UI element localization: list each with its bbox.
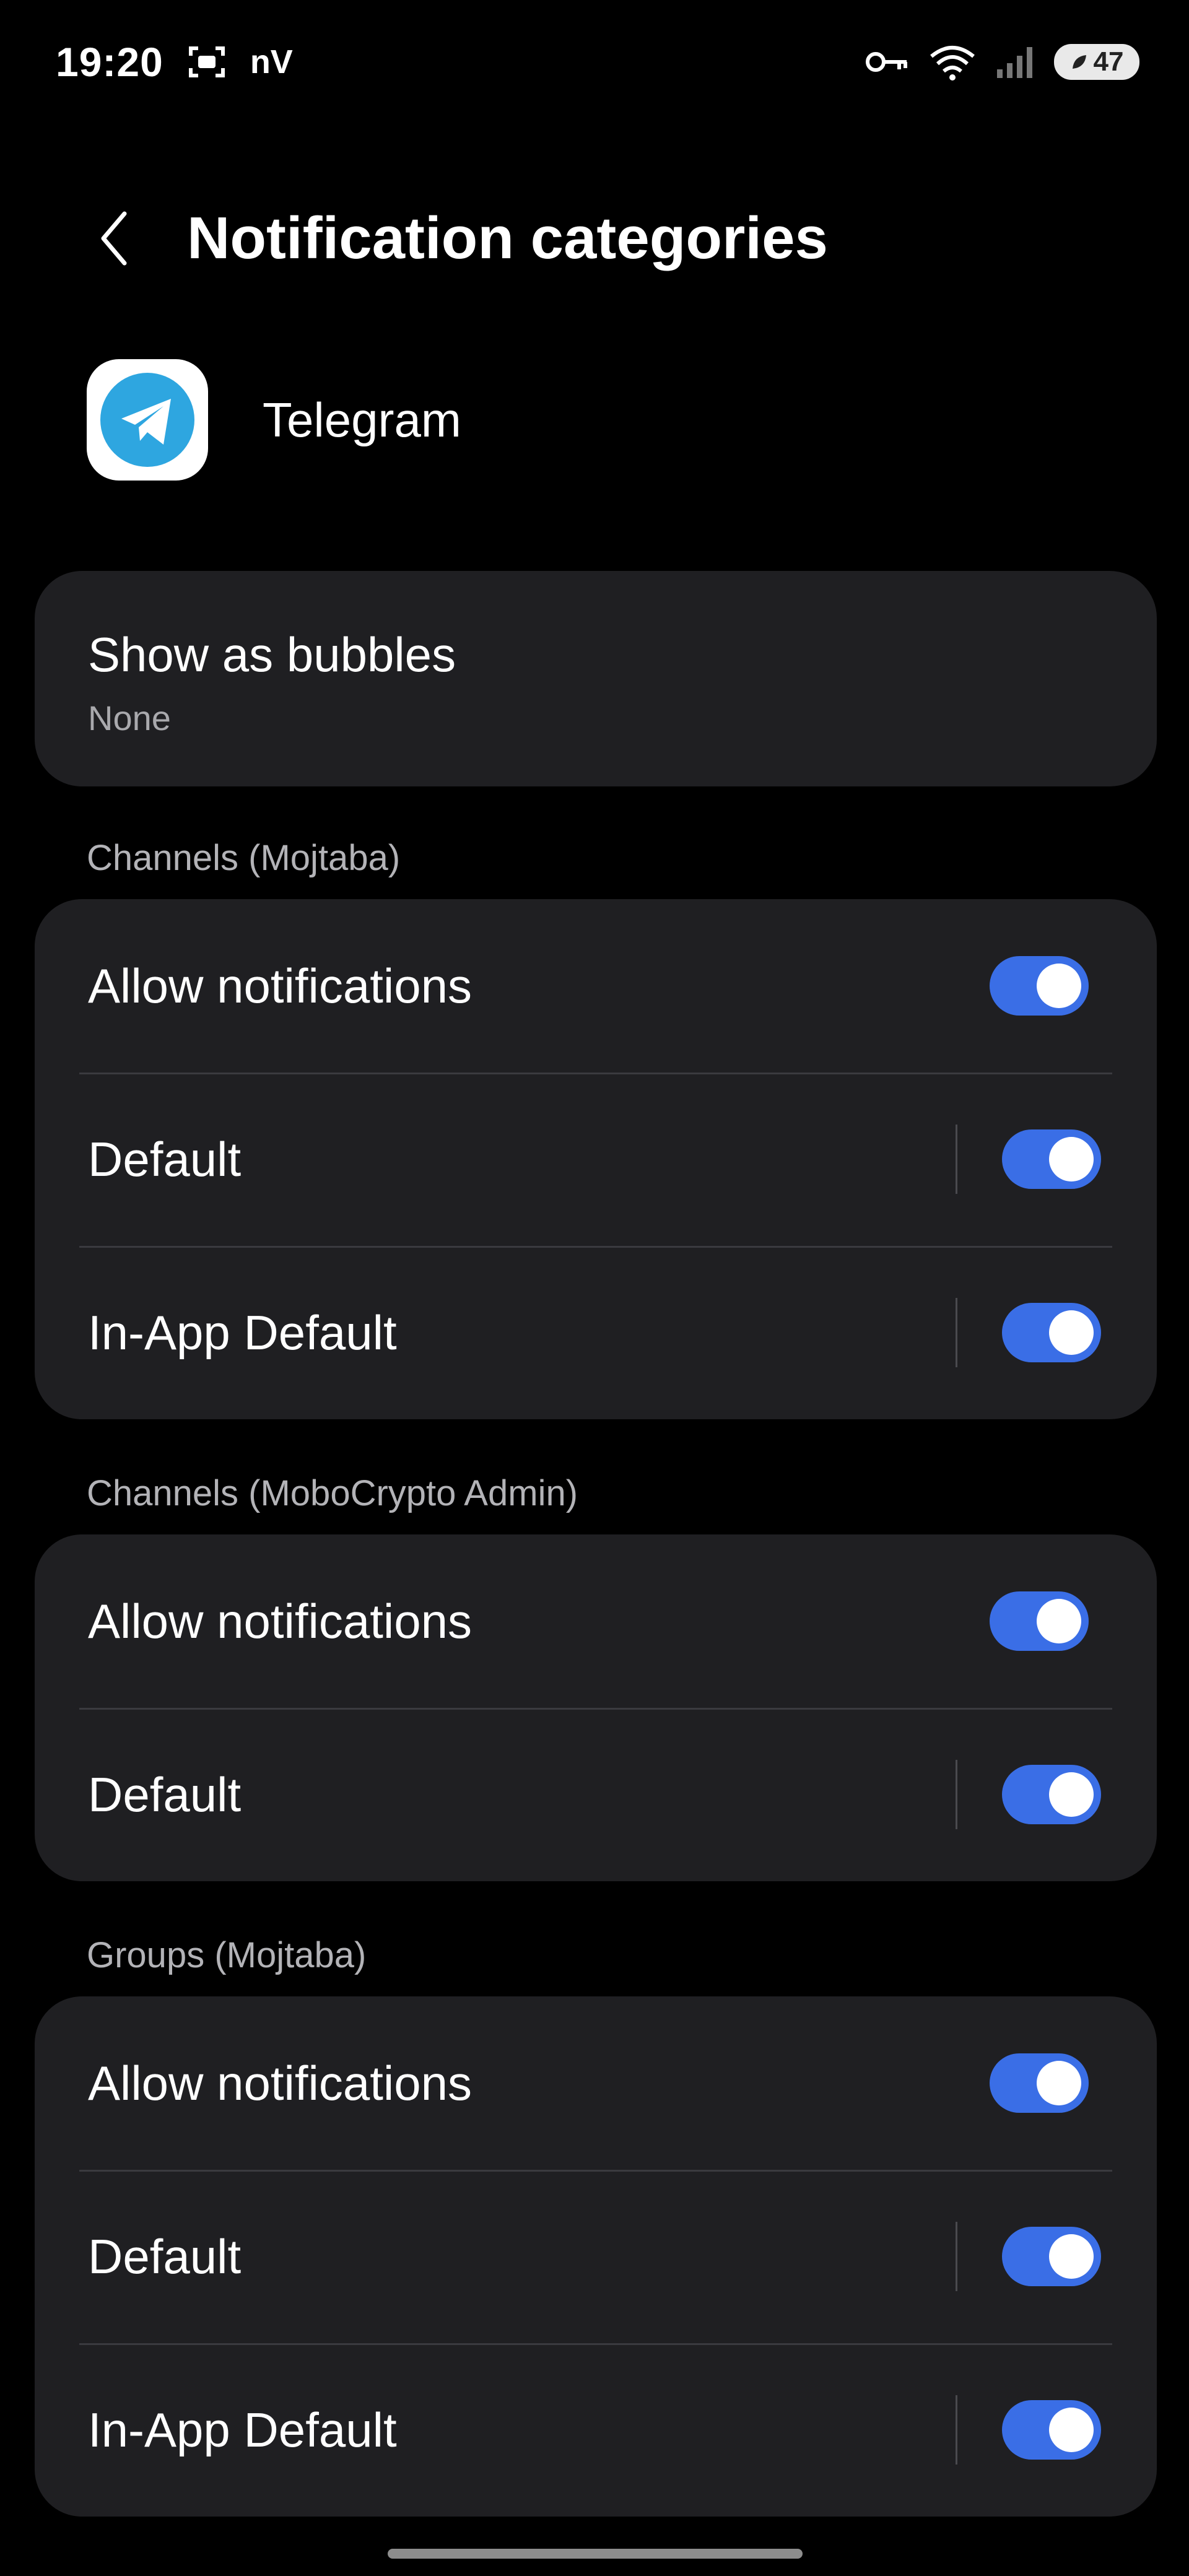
- category-row[interactable]: Default: [35, 1708, 1157, 1881]
- home-indicator[interactable]: [388, 2549, 803, 2559]
- status-time: 19:20: [56, 39, 163, 85]
- row-label: Default: [88, 2229, 242, 2284]
- battery-level: 47: [1093, 46, 1124, 77]
- divider: [956, 2222, 957, 2291]
- category-row[interactable]: In-App Default: [35, 2343, 1157, 2517]
- section-title: Channels (MoboCrypto Admin): [87, 1473, 578, 1513]
- battery-saver-icon: [1072, 55, 1086, 69]
- section-title: Groups (Mojtaba): [87, 1935, 367, 1975]
- category-row[interactable]: Default: [35, 2170, 1157, 2343]
- row-label: Allow notifications: [88, 2055, 472, 2110]
- divider: [956, 1298, 957, 1367]
- category-toggle[interactable]: [1002, 2400, 1101, 2460]
- signal-icon: [997, 47, 1032, 78]
- category-toggle[interactable]: [1002, 2227, 1101, 2286]
- carrier-label: nV: [250, 43, 293, 80]
- app-name: Telegram: [263, 392, 461, 447]
- row-label: Allow notifications: [88, 1593, 472, 1648]
- divider: [956, 1760, 957, 1829]
- show-as-bubbles-title: Show as bubbles: [88, 627, 456, 682]
- show-as-bubbles-value: None: [88, 698, 171, 738]
- show-as-bubbles-item[interactable]: Show as bubbles None: [35, 571, 1157, 786]
- row-label: In-App Default: [88, 1305, 397, 1360]
- app-header: Telegram: [87, 359, 461, 481]
- wifi-icon: [930, 46, 975, 80]
- telegram-app-icon: [87, 359, 208, 481]
- divider: [956, 2395, 957, 2465]
- telegram-icon: [100, 373, 194, 467]
- divider: [956, 1125, 957, 1194]
- allow-notifications-toggle[interactable]: [990, 1591, 1089, 1651]
- category-card: Allow notifications Default In-App Defau…: [35, 899, 1157, 1419]
- row-label: Default: [88, 1131, 242, 1186]
- screen-record-icon: [188, 46, 225, 77]
- page-title: Notification categories: [187, 205, 828, 271]
- vpn-key-icon: [866, 52, 907, 72]
- category-toggle[interactable]: [1002, 1765, 1101, 1824]
- category-toggle[interactable]: [1002, 1303, 1101, 1362]
- category-row[interactable]: Allow notifications: [35, 1996, 1157, 2170]
- allow-notifications-toggle[interactable]: [990, 956, 1089, 1016]
- back-button[interactable]: [81, 204, 149, 272]
- category-row[interactable]: Allow notifications: [35, 899, 1157, 1073]
- allow-notifications-toggle[interactable]: [990, 2053, 1089, 2113]
- battery-indicator: 47: [1054, 44, 1139, 80]
- row-label: In-App Default: [88, 2402, 397, 2457]
- category-row[interactable]: Allow notifications: [35, 1534, 1157, 1708]
- category-row[interactable]: In-App Default: [35, 1246, 1157, 1419]
- category-card: Allow notifications Default: [35, 1534, 1157, 1881]
- row-label: Allow notifications: [88, 958, 472, 1013]
- status-bar: 19:20 nV 47: [56, 37, 1139, 87]
- back-arrow-icon: [101, 211, 127, 266]
- category-card: Allow notifications Default In-App Defau…: [35, 1996, 1157, 2517]
- category-toggle[interactable]: [1002, 1129, 1101, 1189]
- row-label: Default: [88, 1767, 242, 1822]
- section-title: Channels (Mojtaba): [87, 838, 401, 878]
- app-bar: Notification categories: [0, 198, 1189, 279]
- category-row[interactable]: Default: [35, 1073, 1157, 1246]
